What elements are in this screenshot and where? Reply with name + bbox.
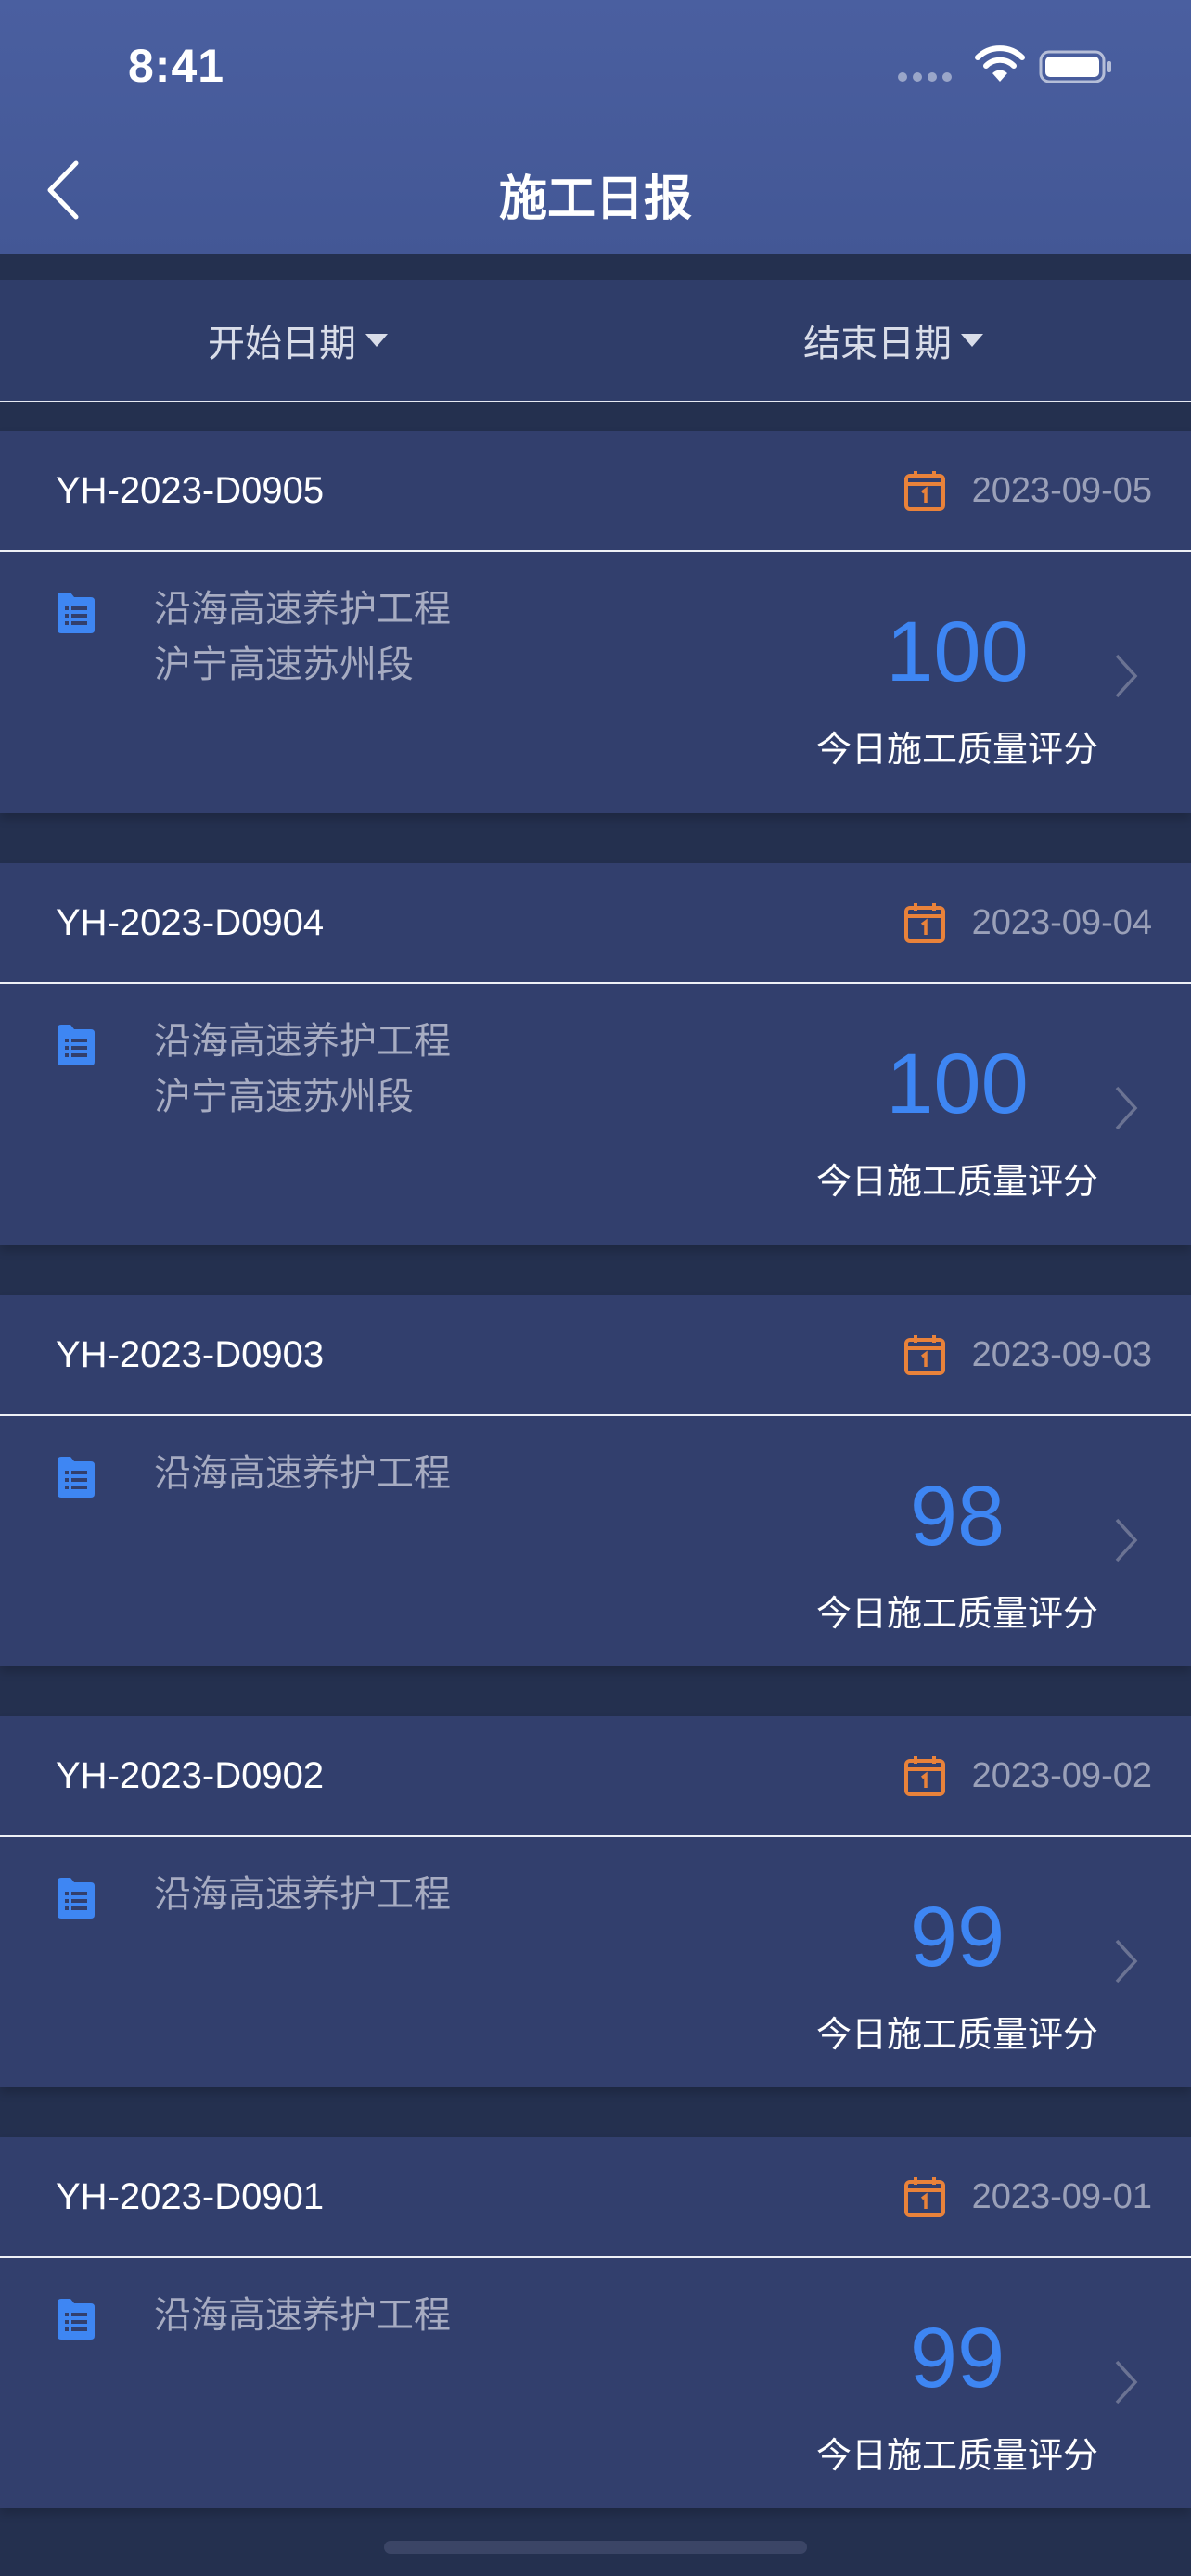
chevron-right-icon	[1115, 1939, 1138, 1983]
quality-score-label: 今日施工质量评分	[815, 1593, 1098, 1634]
document-list-icon	[58, 1878, 95, 1919]
report-card-header: YH-2023-D0902 2023-09-02	[0, 1716, 1191, 1837]
document-list-icon	[58, 593, 95, 633]
battery-icon	[1039, 50, 1111, 83]
calendar-icon	[903, 1335, 945, 1375]
status-time: 8:41	[128, 40, 225, 92]
document-list-icon	[58, 2299, 95, 2340]
quality-score: 99	[909, 2311, 1005, 2405]
dropdown-caret-icon	[365, 334, 388, 347]
quality-score-label: 今日施工质量评分	[815, 729, 1098, 770]
date-filter-bar: 开始日期 结束日期	[0, 280, 1191, 402]
report-id: YH-2023-D0902	[56, 1754, 325, 1796]
report-date-group: 2023-09-01	[903, 2175, 1152, 2218]
dropdown-caret-icon	[961, 334, 983, 347]
project-info: 沿海高速养护工程	[154, 1446, 451, 1501]
report-date-group: 2023-09-05	[903, 469, 1152, 512]
report-card[interactable]: YH-2023-D0902 2023-09-02 沿海高速养护工程 99 今日施…	[0, 1716, 1191, 2087]
report-card-body: 沿海高速养护工程 沪宁高速苏州段 100 今日施工质量评分	[0, 984, 1191, 1245]
document-list-icon	[58, 1025, 95, 1065]
chevron-right-icon	[1115, 654, 1138, 698]
quality-score-label: 今日施工质量评分	[815, 1161, 1098, 1202]
project-name: 沿海高速养护工程	[154, 588, 451, 631]
calendar-icon	[903, 903, 945, 943]
report-card-header: YH-2023-D0901 2023-09-01	[0, 2137, 1191, 2258]
project-info: 沿海高速养护工程	[154, 2288, 451, 2343]
calendar-icon	[903, 471, 945, 511]
report-card-body: 沿海高速养护工程 99 今日施工质量评分	[0, 2258, 1191, 2508]
report-date-group: 2023-09-03	[903, 1333, 1152, 1376]
report-id: YH-2023-D0905	[56, 469, 325, 511]
end-date-filter[interactable]: 结束日期	[596, 280, 1191, 401]
report-card[interactable]: YH-2023-D0905 2023-09-05 沿海高速养护工程 沪宁高速苏州…	[0, 431, 1191, 813]
report-date: 2023-09-04	[971, 902, 1152, 942]
report-id: YH-2023-D0901	[56, 2175, 325, 2217]
project-name: 沿海高速养护工程	[154, 2294, 451, 2337]
quality-score-label: 今日施工质量评分	[815, 2435, 1098, 2476]
report-id: YH-2023-D0904	[56, 901, 325, 943]
project-name: 沿海高速养护工程	[154, 1452, 451, 1495]
calendar-icon	[903, 1756, 945, 1796]
project-info: 沿海高速养护工程 沪宁高速苏州段	[154, 581, 451, 693]
report-card-body: 沿海高速养护工程 99 今日施工质量评分	[0, 1837, 1191, 2087]
quality-score: 98	[909, 1469, 1005, 1563]
report-date: 2023-09-01	[971, 2176, 1152, 2216]
road-section: 沪宁高速苏州段	[154, 1076, 414, 1118]
chevron-right-icon	[1115, 1518, 1138, 1562]
project-info: 沿海高速养护工程	[154, 1867, 451, 1922]
report-card-header: YH-2023-D0904 2023-09-04	[0, 863, 1191, 984]
end-date-label: 结束日期	[803, 323, 952, 365]
start-date-filter[interactable]: 开始日期	[0, 280, 596, 401]
report-date-group: 2023-09-04	[903, 901, 1152, 944]
report-card-body: 沿海高速养护工程 沪宁高速苏州段 100 今日施工质量评分	[0, 552, 1191, 813]
home-indicator	[384, 2541, 807, 2554]
header-bar: 8:41 施工日报	[0, 0, 1191, 254]
report-date: 2023-09-02	[971, 1755, 1152, 1795]
project-info: 沿海高速养护工程 沪宁高速苏州段	[154, 1014, 451, 1125]
project-name: 沿海高速养护工程	[154, 1020, 451, 1063]
page-title: 施工日报	[498, 172, 692, 227]
report-card-header: YH-2023-D0905 2023-09-05	[0, 431, 1191, 552]
report-id: YH-2023-D0903	[56, 1333, 325, 1375]
report-list: YH-2023-D0905 2023-09-05 沿海高速养护工程 沪宁高速苏州…	[0, 431, 1191, 2558]
report-card-body: 沿海高速养护工程 98 今日施工质量评分	[0, 1416, 1191, 1666]
wifi-icon	[975, 45, 1025, 82]
road-section: 沪宁高速苏州段	[154, 644, 414, 686]
cellular-signal-icon	[898, 72, 952, 82]
report-date: 2023-09-05	[971, 470, 1152, 510]
start-date-label: 开始日期	[208, 323, 356, 365]
quality-score: 99	[909, 1890, 1005, 1984]
quality-score-label: 今日施工质量评分	[815, 2014, 1098, 2055]
chevron-right-icon	[1115, 1086, 1138, 1130]
project-name: 沿海高速养护工程	[154, 1873, 451, 1916]
quality-score: 100	[886, 1037, 1029, 1131]
report-card[interactable]: YH-2023-D0901 2023-09-01 沿海高速养护工程 99 今日施…	[0, 2137, 1191, 2508]
report-date: 2023-09-03	[971, 1334, 1152, 1374]
report-card-header: YH-2023-D0903 2023-09-03	[0, 1295, 1191, 1416]
chevron-right-icon	[1115, 2360, 1138, 2404]
document-list-icon	[58, 1457, 95, 1498]
quality-score: 100	[886, 605, 1029, 699]
report-card[interactable]: YH-2023-D0904 2023-09-04 沿海高速养护工程 沪宁高速苏州…	[0, 863, 1191, 1245]
report-card[interactable]: YH-2023-D0903 2023-09-03 沿海高速养护工程 98 今日施…	[0, 1295, 1191, 1666]
calendar-icon	[903, 2177, 945, 2217]
report-date-group: 2023-09-02	[903, 1754, 1152, 1797]
